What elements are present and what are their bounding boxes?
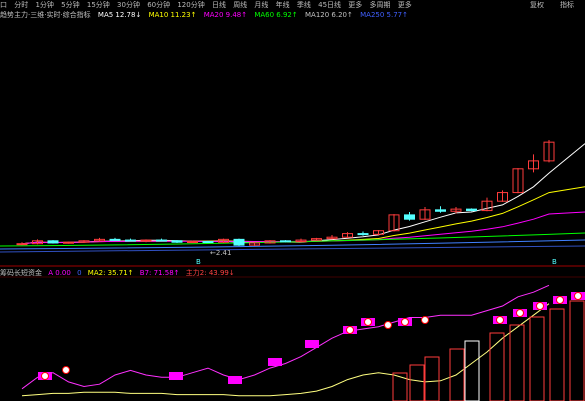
signal-box	[268, 358, 282, 366]
candle-body	[233, 238, 245, 246]
signal-box	[305, 340, 319, 348]
candle-body	[357, 233, 369, 236]
ma5-line	[21, 143, 585, 245]
signal-dot-icon	[346, 326, 354, 334]
signal-box	[169, 372, 183, 380]
signal-tag-b-2: B	[552, 258, 557, 266]
sub-volume-bar	[449, 348, 465, 401]
signal-dot-icon	[384, 321, 392, 329]
sub-volume-bar	[464, 340, 480, 401]
kline-chart[interactable]: ←2.41 B B	[0, 0, 585, 401]
signal-dot-icon	[62, 366, 70, 374]
sub-volume-bar	[409, 364, 425, 401]
candle-body	[171, 240, 183, 243]
signal-dot-icon	[516, 309, 524, 317]
candle-body	[435, 209, 446, 212]
ma250-line	[0, 245, 585, 253]
sub-volume-bar	[424, 356, 440, 401]
signal-tag-b: B	[196, 258, 201, 266]
signal-dot-icon	[536, 302, 544, 310]
signal-dot-icon	[364, 318, 372, 326]
candle-body	[125, 239, 136, 242]
sub-volume-bar	[529, 316, 545, 401]
sub-volume-bar	[549, 308, 565, 401]
signal-dot-icon	[496, 316, 504, 324]
candle-body	[404, 214, 415, 220]
sub-volume-bar	[509, 324, 525, 401]
ma60-line	[0, 232, 585, 247]
signal-dot-icon	[574, 292, 582, 300]
low-price-label: ←2.41	[210, 249, 231, 257]
candle-body	[156, 239, 167, 242]
candle-body	[280, 240, 291, 243]
sub-yellow-line	[21, 303, 550, 397]
ma10-line	[21, 186, 585, 245]
signal-dot-icon	[401, 318, 409, 326]
candle-body	[202, 241, 214, 244]
sub-main-line	[21, 284, 550, 390]
candle-body	[140, 239, 152, 242]
signal-dot-icon	[41, 372, 49, 380]
candle-body	[109, 238, 121, 241]
signal-dot-icon	[421, 316, 429, 324]
candle-body	[47, 240, 59, 244]
candle-body	[16, 243, 28, 246]
signal-dot-icon	[556, 296, 564, 304]
signal-box	[228, 376, 242, 384]
ma20-line	[21, 211, 585, 245]
candle-body	[63, 241, 74, 244]
sub-volume-bar	[569, 300, 585, 401]
candle-body	[187, 241, 198, 244]
candle-body	[466, 208, 477, 212]
